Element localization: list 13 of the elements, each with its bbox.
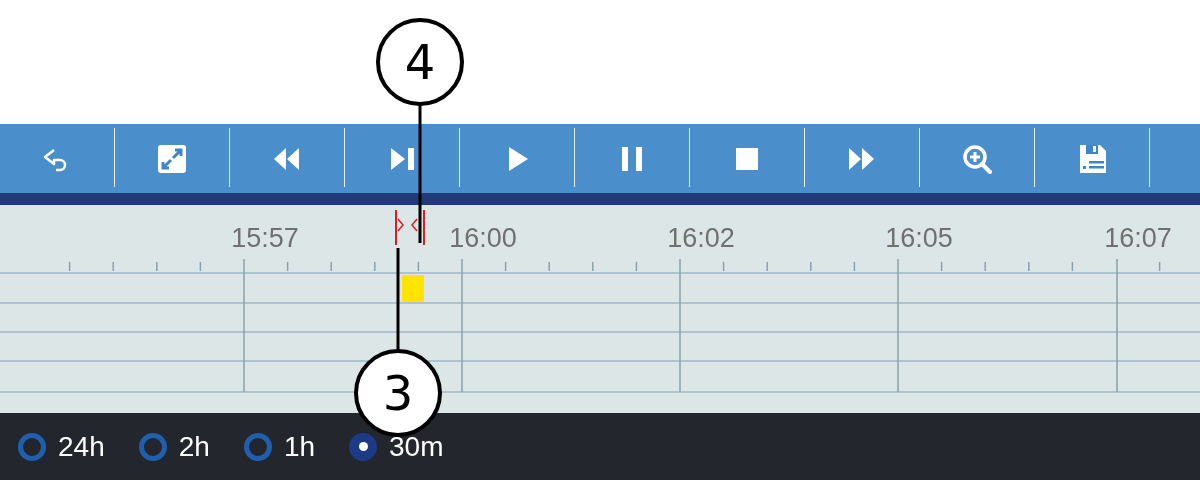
range-option[interactable]: 24h (18, 430, 105, 463)
time-label: 16:05 (885, 223, 953, 253)
range-option[interactable]: 1h (243, 430, 316, 463)
callout-number: 4 (404, 34, 436, 90)
range-option[interactable]: 2h (138, 430, 210, 463)
time-label: 16:02 (667, 223, 735, 253)
time-label: 16:00 (449, 223, 517, 253)
clip-end-icon[interactable] (411, 209, 425, 246)
callout-number: 3 (382, 365, 414, 421)
recording-segment (402, 275, 424, 302)
time-label: 16:07 (1104, 223, 1172, 253)
clip-start-icon[interactable] (395, 209, 404, 246)
time-label: 15:57 (231, 223, 299, 253)
